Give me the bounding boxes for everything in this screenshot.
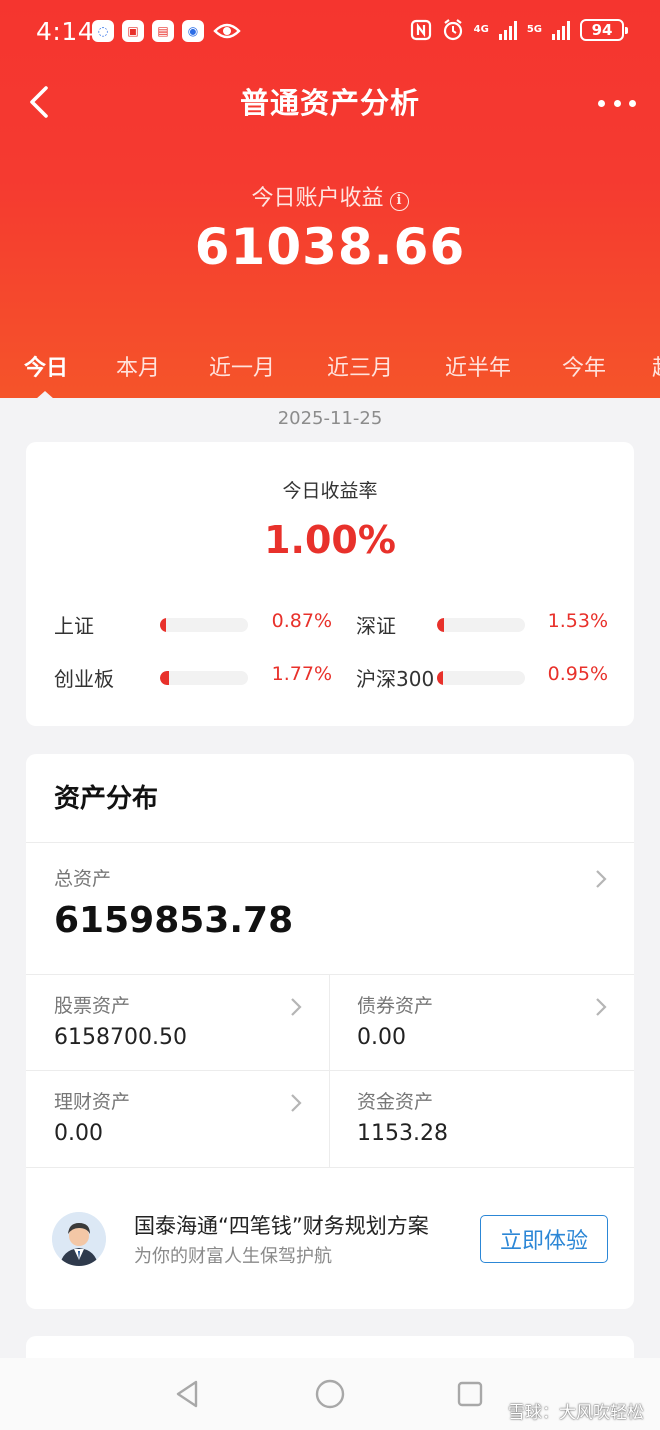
cash-assets-cell: 资金资产 1153.28 (330, 1071, 634, 1167)
network-5g-label: 5G (526, 24, 542, 35)
index-csi300: 沪深300 0.95% (356, 663, 616, 693)
index-name: 创业板 (54, 667, 114, 691)
shopping-app-icon: ▤ (152, 20, 174, 42)
asset-distribution-card: 资产分布 总资产 6159853.78 股票资产 6158700.50 债券资产… (26, 754, 634, 1309)
index-name: 上证 (54, 614, 94, 638)
eye-icon (212, 20, 242, 42)
promo-title: 国泰海通“四笔钱”财务规划方案 (134, 1214, 429, 1238)
index-bar (437, 618, 525, 632)
index-value: 0.87% (271, 610, 332, 632)
index-bar-fill (437, 671, 443, 685)
return-rate-value: 1.00% (264, 518, 396, 562)
index-bar-fill (160, 671, 169, 685)
wealth-assets-value: 0.00 (54, 1121, 103, 1146)
chevron-right-icon (291, 1094, 302, 1112)
stock-assets-value: 6158700.50 (54, 1025, 187, 1050)
header-hero: 4:14 ◌ ▣ ▤ ◉ 4G 5G 94 普通资产分析 今日账户收益 i 610… (0, 0, 660, 399)
browser-app-icon: ◉ (182, 20, 204, 42)
active-tab-indicator (36, 391, 54, 399)
status-time: 4:14 (36, 17, 95, 46)
period-tabs: 今日 本月 近一月 近三月 近半年 今年 起 (0, 340, 660, 399)
cash-assets-value: 1153.28 (357, 1121, 448, 1146)
nav-recents-icon[interactable] (454, 1378, 486, 1410)
tab-partial[interactable]: 起 (652, 350, 660, 382)
cash-assets-label: 资金资产 (357, 1091, 434, 1113)
index-bar (160, 671, 248, 685)
tab-this-year[interactable]: 今年 (562, 350, 606, 382)
nav-home-icon[interactable] (314, 1378, 346, 1410)
more-dot-icon (629, 99, 636, 107)
watermark-text: 雪球：大风吹轻松 (508, 1403, 644, 1423)
return-rate-card: 今日收益率 1.00% 上证 0.87% 深证 1.53% 创业板 1.77% … (26, 442, 634, 726)
chat-app-icon: ◌ (92, 20, 114, 42)
network-4g-label: 4G (473, 24, 489, 35)
return-rate-label: 今日收益率 (282, 480, 378, 502)
nav-back-icon[interactable] (172, 1378, 204, 1410)
status-bar: 4:14 ◌ ▣ ▤ ◉ 4G 5G 94 (0, 0, 660, 66)
today-income-label-text: 今日账户收益 (251, 186, 384, 211)
divider (26, 1167, 634, 1168)
stock-assets-label: 股票资产 (54, 995, 131, 1017)
divider-vertical (329, 975, 330, 1167)
index-value: 1.53% (547, 610, 608, 632)
index-shenzhen: 深证 1.53% (356, 610, 616, 640)
today-income-label: 今日账户收益 i (0, 180, 660, 212)
advisor-avatar (52, 1212, 106, 1266)
bond-assets-cell[interactable]: 债券资产 0.00 (330, 975, 634, 1071)
notification-icons: ◌ ▣ ▤ ◉ (92, 20, 242, 42)
today-income-value: 61038.66 (194, 218, 466, 276)
chevron-right-icon (291, 998, 302, 1016)
index-bar-fill (160, 618, 166, 632)
tab-today[interactable]: 今日 (24, 350, 68, 382)
index-value: 1.77% (271, 663, 332, 685)
more-dot-icon (613, 99, 621, 107)
index-name: 深证 (356, 614, 396, 638)
page-title: 普通资产分析 (239, 86, 420, 120)
tab-this-month[interactable]: 本月 (116, 350, 160, 382)
more-options-button[interactable] (598, 94, 636, 112)
status-indicators: 4G 5G 94 (410, 18, 628, 42)
signal-5g-icon (552, 20, 570, 40)
tab-last-month[interactable]: 近一月 (209, 350, 275, 382)
tab-last-half-year[interactable]: 近半年 (445, 350, 511, 382)
tab-last-three-months[interactable]: 近三月 (327, 350, 393, 382)
chevron-right-icon (596, 998, 607, 1016)
battery-icon: 94 (580, 19, 628, 41)
try-now-button[interactable]: 立即体验 (480, 1215, 608, 1263)
nfc-icon (410, 19, 431, 41)
total-assets-value: 6159853.78 (54, 900, 294, 941)
bond-assets-label: 债券资产 (357, 995, 434, 1017)
index-value: 0.95% (547, 663, 608, 685)
battery-level: 94 (591, 21, 613, 39)
index-bar-fill (437, 618, 445, 632)
signal-4g-icon (498, 20, 517, 40)
bond-assets-value: 0.00 (357, 1025, 406, 1050)
index-name: 沪深300 (356, 667, 435, 691)
more-dot-icon (598, 99, 605, 107)
index-bar (160, 618, 248, 632)
wealth-assets-label: 理财资产 (54, 1091, 131, 1113)
info-icon[interactable]: i (389, 192, 409, 211)
alarm-icon (443, 19, 462, 41)
total-assets-label: 总资产 (54, 868, 112, 890)
index-shanghai: 上证 0.87% (54, 610, 332, 640)
index-bar (437, 671, 525, 685)
asset-section-title: 资产分布 (54, 784, 159, 814)
wealth-assets-cell[interactable]: 理财资产 0.00 (26, 1071, 329, 1167)
date-label: 2025-11-25 (277, 408, 383, 429)
stock-assets-cell[interactable]: 股票资产 6158700.50 (26, 975, 329, 1071)
total-assets-row[interactable]: 总资产 6159853.78 (26, 843, 634, 973)
chevron-right-icon (596, 870, 607, 888)
bank-app-icon: ▣ (122, 20, 144, 42)
promo-subtitle: 为你的财富人生保驾护航 (134, 1246, 332, 1267)
index-chinext: 创业板 1.77% (54, 663, 332, 693)
